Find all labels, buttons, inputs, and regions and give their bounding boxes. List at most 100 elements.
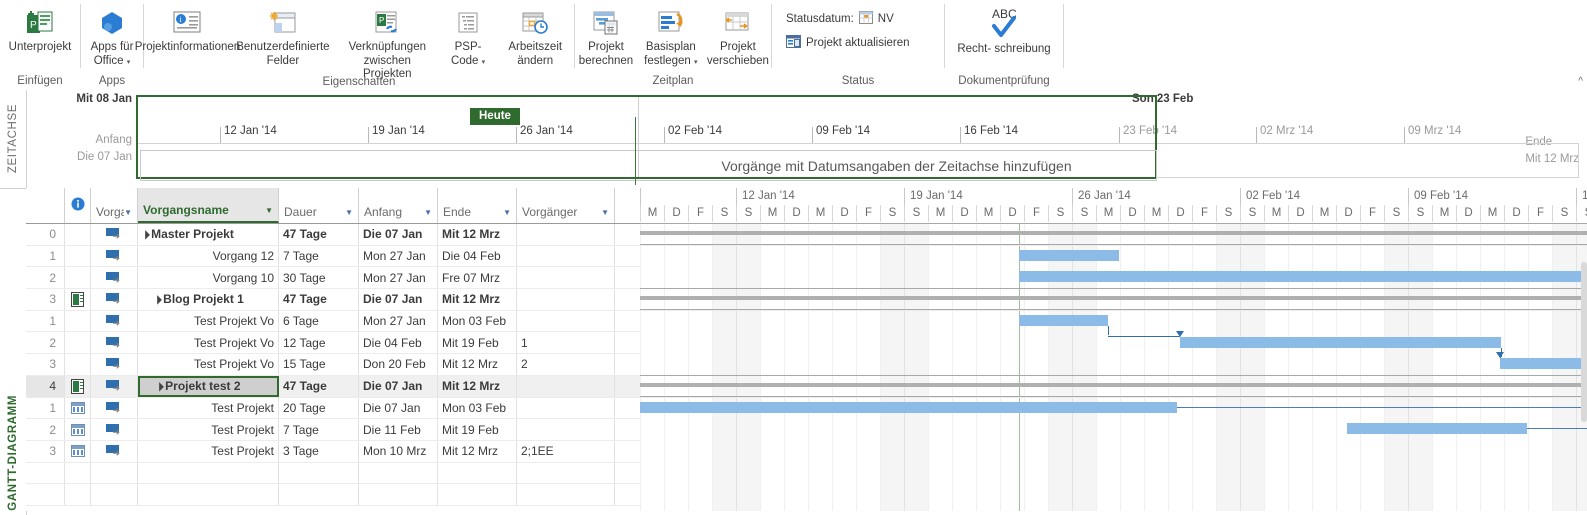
task-predecessors-cell[interactable] [517,419,615,440]
insert-subproject-button[interactable]: P Unterprojekt [4,3,77,55]
chevron-down-icon[interactable]: ▼ [503,207,516,219]
task-name-cell[interactable]: ◢ Blog Projekt 1 [138,289,279,310]
table-row[interactable]: 4 ➜ ◢ Projekt test 2 47 Tage Die 07 Jan Mit 12… [26,375,640,398]
task-mode-cell[interactable]: ➜ [91,397,138,419]
set-baseline-button[interactable]: Basisplan festlegen ▾ [637,3,705,68]
table-row-empty[interactable] [26,462,640,485]
gantt-task-bar[interactable] [1500,358,1587,370]
empty-cell[interactable] [279,462,359,484]
task-start-cell[interactable]: Die 07 Jan [359,224,438,245]
task-predecessors-cell[interactable] [517,289,615,310]
column-header-id[interactable] [26,188,65,223]
chevron-down-icon[interactable]: ▼ [424,207,437,219]
table-row[interactable]: 1 ➜ Test Projekt Vo 6 Tage Mon 27 Jan Mon 03 … [26,310,640,333]
update-project-button[interactable]: Projekt aktualisieren [782,33,914,53]
task-name-cell[interactable]: Test Projekt [138,397,279,419]
timeline-placeholder[interactable]: Vorgänge mit Datumsangaben der Zeitachse… [638,150,1155,181]
chevron-down-icon[interactable]: ▼ [124,207,137,219]
empty-cell[interactable] [26,484,65,505]
column-header-mode[interactable]: Vorgar ▼ [91,188,138,223]
gantt-row[interactable] [640,375,1587,398]
task-start-cell[interactable]: Don 20 Feb [359,354,438,375]
gantt-task-bar[interactable] [640,401,1177,413]
task-start-cell[interactable]: Mon 27 Jan [359,267,438,289]
task-finish-cell[interactable]: Mon 03 Feb [438,310,517,332]
empty-cell[interactable] [138,462,279,484]
table-row[interactable]: 1 ➜ Test Projekt 20 Tage Die 07 Jan Mon 03 Fe… [26,397,640,420]
task-start-cell[interactable]: Die 11 Feb [359,419,438,440]
task-mode-cell[interactable]: ➜ [91,224,138,245]
task-start-cell[interactable]: Mon 27 Jan [359,310,438,332]
column-header-start[interactable]: Anfang ▼ [359,188,438,223]
column-header-finish[interactable]: Ende ▼ [438,188,517,223]
chevron-down-icon[interactable]: ▾ [694,59,698,66]
task-mode-cell[interactable]: ➜ [91,332,138,354]
task-predecessors-cell[interactable] [517,267,615,289]
column-header-predecessors[interactable]: Vorgänger ▼ [517,188,615,223]
empty-cell[interactable] [517,484,615,505]
task-name-cell[interactable]: Test Projekt [138,419,279,440]
links-between-projects-button[interactable]: P Verknüpfungen zwischen Projekten [335,3,440,82]
task-start-cell[interactable]: Mon 10 Mrz [359,440,438,462]
change-working-time-button[interactable]: Arbeitszeit ändern [496,3,574,68]
empty-cell[interactable] [26,462,65,484]
gantt-row[interactable] [640,223,1587,246]
collapse-ribbon-icon[interactable]: ^ [1578,76,1583,87]
task-mode-cell[interactable]: ➜ [91,267,138,289]
row-indicator[interactable] [65,354,91,375]
chevron-down-icon[interactable]: ▾ [482,59,486,66]
timeline-side-tab[interactable]: ZEITACHSE [0,90,27,188]
task-mode-cell[interactable]: ➜ [91,310,138,332]
gantt-task-bar[interactable] [1180,336,1501,348]
gantt-row[interactable] [640,353,1587,375]
task-predecessors-cell[interactable]: 2 [517,354,615,375]
gantt-task-bar[interactable] [1019,271,1587,283]
table-row[interactable]: 3 ➜ Test Projekt 3 Tage Mon 10 Mrz Mit 12 Mrz… [26,440,640,463]
task-predecessors-cell[interactable] [517,310,615,332]
table-row[interactable]: 1 ➜ Vorgang 12 7 Tage Mon 27 Jan Die 04 Feb [26,245,640,268]
task-mode-cell[interactable]: ➜ [91,289,138,310]
gantt-task-bar[interactable] [1019,314,1108,326]
task-finish-cell[interactable]: Mit 19 Feb [438,332,517,354]
collapse-triangle-icon[interactable]: ◢ [142,229,150,240]
table-row[interactable]: 3 ➜ ◢ Blog Projekt 1 47 Tage Die 07 Jan Mit 12… [26,289,640,311]
chevron-down-icon[interactable]: ▼ [265,205,278,217]
task-start-cell[interactable]: Die 07 Jan [359,289,438,310]
row-indicator[interactable] [65,397,91,419]
table-row-empty[interactable] [26,484,640,506]
task-predecessors-cell[interactable]: 2;1EE [517,440,615,462]
column-header-name[interactable]: Vorgangsname ▼ [138,188,279,223]
gantt-row[interactable] [640,418,1587,440]
gantt-row[interactable] [640,440,1587,462]
chevron-down-icon[interactable]: ▼ [601,207,614,219]
task-duration-cell[interactable]: 30 Tage [279,267,359,289]
task-start-cell[interactable]: Die 07 Jan [359,397,438,419]
task-name-cell[interactable]: Test Projekt Vo [138,310,279,332]
status-date-row[interactable]: Statusdatum: NV [782,9,914,29]
task-duration-cell[interactable]: 20 Tage [279,397,359,419]
task-mode-cell[interactable]: ➜ [91,354,138,375]
table-row[interactable]: 0 ➜ ◢ Master Projekt 47 Tage Die 07 Jan Mit 12… [26,224,640,246]
task-name-cell[interactable]: Test Projekt Vo [138,354,279,375]
row-indicator[interactable] [65,289,91,310]
task-duration-cell[interactable]: 12 Tage [279,332,359,354]
task-predecessors-cell[interactable]: 1 [517,332,615,354]
spelling-button[interactable]: ABC Recht- schreibung [952,3,1055,57]
task-duration-cell[interactable]: 7 Tage [279,245,359,267]
table-row[interactable]: 2 ➜ Test Projekt 7 Tage Die 11 Feb Mit 19 Feb [26,419,640,441]
empty-cell[interactable] [279,484,359,505]
project-information-button[interactable]: i Projektinformationen [135,3,240,55]
chevron-down-icon[interactable]: ▼ [345,207,358,219]
row-indicator[interactable] [65,245,91,267]
task-name-cell[interactable]: Test Projekt Vo [138,332,279,354]
task-name-cell[interactable]: Vorgang 12 [138,245,279,267]
table-row[interactable]: 2 ➜ Test Projekt Vo 12 Tage Die 04 Feb Mit 19… [26,332,640,355]
empty-cell[interactable] [517,462,615,484]
empty-cell[interactable] [438,462,517,484]
gantt-task-bar[interactable] [1347,423,1527,435]
gantt-row[interactable] [640,310,1587,332]
task-predecessors-cell[interactable] [517,224,615,245]
gantt-row[interactable] [640,288,1587,311]
row-indicator[interactable] [65,419,91,440]
empty-cell[interactable] [91,462,138,484]
